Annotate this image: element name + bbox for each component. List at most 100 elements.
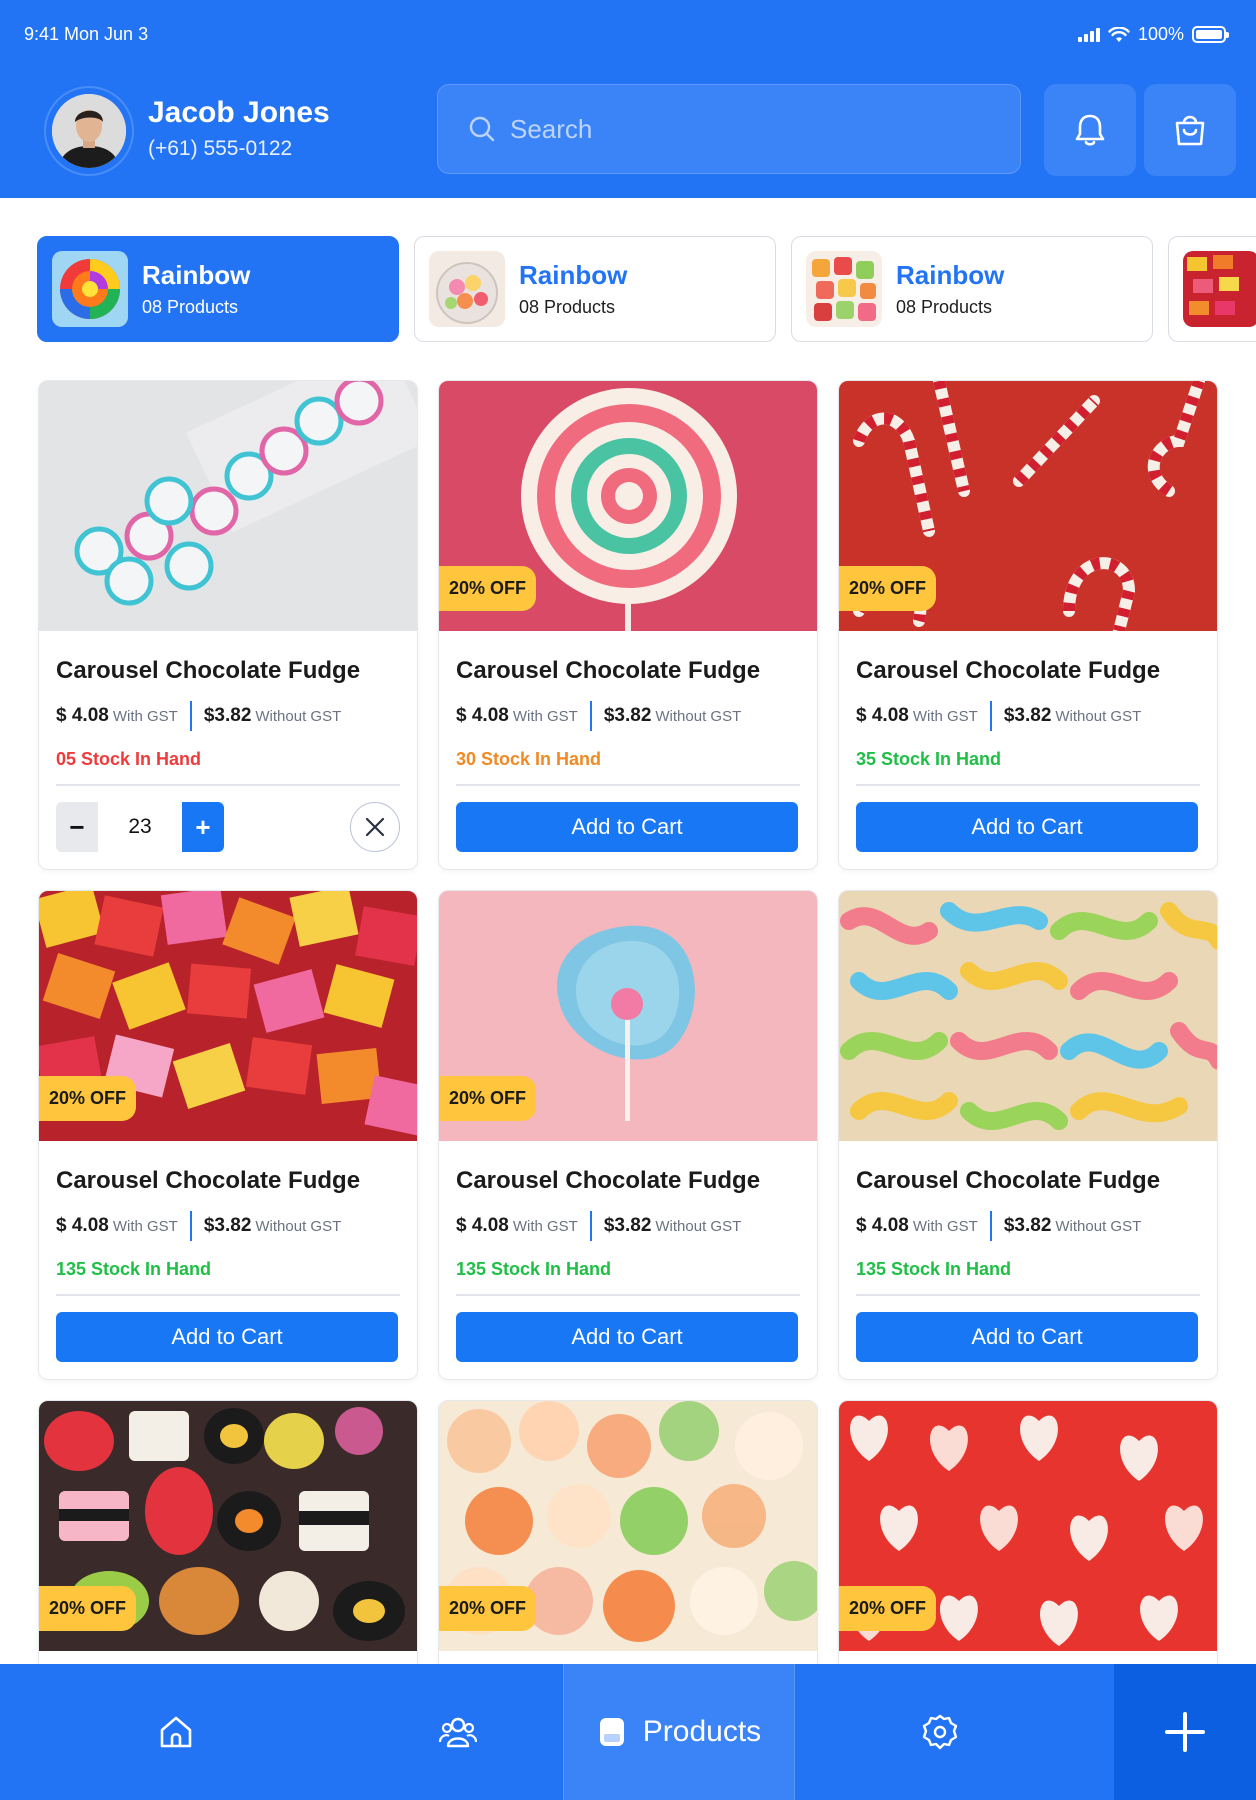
increase-quantity-button[interactable]: + bbox=[182, 802, 224, 852]
category-thumbnail bbox=[806, 251, 882, 327]
price-row: $ 4.08 With GST $3.82 Without GST bbox=[856, 701, 1200, 731]
category-title: Rainbow bbox=[896, 260, 1005, 290]
product-card[interactable]: 20% OFF bbox=[38, 1400, 418, 1664]
gst-label: With GST bbox=[912, 707, 978, 725]
price-row: $ 4.08 With GST $3.82 Without GST bbox=[56, 1211, 400, 1241]
stock-in-hand: 135 Stock In Hand bbox=[856, 1259, 1012, 1279]
product-image: 20% OFF bbox=[839, 1401, 1217, 1651]
avatar[interactable] bbox=[44, 86, 134, 176]
search-input[interactable] bbox=[510, 113, 990, 145]
gear-icon bbox=[922, 1714, 958, 1750]
users-icon bbox=[438, 1717, 477, 1748]
category-card-rainbow-2[interactable]: Rainbow 08 Products bbox=[414, 236, 776, 342]
search-icon bbox=[469, 116, 495, 142]
status-time: 9:41 Mon Jun 3 bbox=[24, 24, 149, 44]
no-gst-label: Without GST bbox=[655, 707, 742, 725]
category-card-rainbow-1[interactable]: Rainbow 08 Products bbox=[37, 236, 399, 342]
shopping-bag-icon bbox=[1175, 115, 1205, 146]
price-without-gst: $3.82 bbox=[1003, 705, 1052, 726]
product-card[interactable]: 20% OFF Carousel Chocolate Fudge $ 4.08 W… bbox=[38, 890, 418, 1380]
decrease-quantity-button[interactable]: − bbox=[56, 802, 98, 852]
bell-icon bbox=[1075, 114, 1105, 146]
product-card[interactable]: 20% OFF Carousel Chocolate Fudge $ 4.08 W… bbox=[438, 890, 818, 1380]
nav-products[interactable]: Products bbox=[563, 1664, 795, 1800]
add-to-cart-button[interactable]: Add to Cart bbox=[456, 1312, 798, 1362]
status-bar: 9:41 Mon Jun 3 100% bbox=[0, 0, 1256, 70]
product-image bbox=[839, 891, 1217, 1141]
nav-customers[interactable] bbox=[352, 1664, 563, 1800]
price-without-gst: $3.82 bbox=[203, 705, 252, 726]
no-gst-label: Without GST bbox=[1055, 1217, 1142, 1235]
price-divider bbox=[989, 701, 992, 731]
home-icon bbox=[160, 1716, 192, 1748]
product-title: Carousel Chocolate Fudge bbox=[456, 657, 761, 684]
price-without-gst: $3.82 bbox=[603, 1215, 652, 1236]
category-card-partial[interactable] bbox=[1168, 236, 1256, 342]
close-icon bbox=[365, 817, 385, 837]
gst-label: With GST bbox=[512, 707, 578, 725]
remove-from-cart-button[interactable] bbox=[350, 802, 400, 852]
product-title: Carousel Chocolate Fudge bbox=[856, 657, 1161, 684]
avatar-photo bbox=[52, 94, 126, 168]
nav-home[interactable] bbox=[0, 1664, 352, 1800]
product-card[interactable]: Carousel Chocolate Fudge $ 4.08 With GST … bbox=[838, 890, 1218, 1380]
product-title: Carousel Chocolate Fudge bbox=[56, 1167, 361, 1194]
add-to-cart-button[interactable]: Add to Cart bbox=[56, 1312, 398, 1362]
quantity-value[interactable]: 23 bbox=[98, 802, 182, 852]
product-card[interactable]: 20% OFF Carousel Chocolate Fudge $ 4.08 W… bbox=[838, 380, 1218, 870]
product-image: 20% OFF bbox=[39, 1401, 417, 1651]
products-icon bbox=[599, 1718, 624, 1746]
price-with-gst: $ 4.08 bbox=[456, 705, 509, 726]
card-divider bbox=[856, 784, 1200, 786]
product-title: Carousel Chocolate Fudge bbox=[456, 1167, 761, 1194]
discount-badge: 20% OFF bbox=[439, 1076, 537, 1121]
no-gst-label: Without GST bbox=[655, 1217, 742, 1235]
stock-in-hand: 135 Stock In Hand bbox=[456, 1259, 612, 1279]
no-gst-label: Without GST bbox=[255, 1217, 342, 1235]
price-divider bbox=[589, 701, 592, 731]
add-to-cart-button[interactable]: Add to Cart bbox=[856, 802, 1198, 852]
price-with-gst: $ 4.08 bbox=[856, 705, 909, 726]
price-divider bbox=[989, 1211, 992, 1241]
category-thumbnail bbox=[1183, 251, 1256, 327]
product-grid: Carousel Chocolate Fudge $ 4.08 With GST … bbox=[0, 380, 1256, 1664]
nav-products-label: Products bbox=[642, 1715, 762, 1748]
stock-in-hand: 05 Stock In Hand bbox=[56, 749, 202, 769]
stock-in-hand: 35 Stock In Hand bbox=[856, 749, 1002, 769]
price-row: $ 4.08 With GST $3.82 Without GST bbox=[456, 701, 800, 731]
discount-badge: 20% OFF bbox=[39, 1076, 137, 1121]
add-to-cart-button[interactable]: Add to Cart bbox=[456, 802, 798, 852]
price-row: $ 4.08 With GST $3.82 Without GST bbox=[856, 1211, 1200, 1241]
product-card[interactable]: Carousel Chocolate Fudge $ 4.08 With GST … bbox=[38, 380, 418, 870]
product-title: Carousel Chocolate Fudge bbox=[856, 1167, 1161, 1194]
price-row: $ 4.08 With GST $3.82 Without GST bbox=[456, 1211, 800, 1241]
product-image bbox=[39, 381, 417, 631]
cart-button[interactable] bbox=[1144, 84, 1236, 176]
gst-label: With GST bbox=[912, 1217, 978, 1235]
quantity-stepper: − 23 + bbox=[56, 802, 400, 852]
plus-icon bbox=[1165, 1712, 1205, 1752]
card-divider bbox=[856, 1294, 1200, 1296]
product-card[interactable]: 20% OFF bbox=[838, 1400, 1218, 1664]
battery-percent: 100% bbox=[1137, 24, 1184, 44]
product-image: 20% OFF bbox=[39, 891, 417, 1141]
discount-badge: 20% OFF bbox=[39, 1586, 137, 1631]
bottom-navigation: Products bbox=[0, 1664, 1256, 1800]
no-gst-label: Without GST bbox=[255, 707, 342, 725]
notifications-button[interactable] bbox=[1044, 84, 1136, 176]
category-title: Rainbow bbox=[142, 260, 251, 290]
product-image: 20% OFF bbox=[839, 381, 1217, 631]
price-without-gst: $3.82 bbox=[1003, 1215, 1052, 1236]
product-image: 20% OFF bbox=[439, 891, 817, 1141]
user-phone: (+61) 555-0122 bbox=[148, 137, 293, 160]
category-card-rainbow-3[interactable]: Rainbow 08 Products bbox=[791, 236, 1153, 342]
search-box[interactable] bbox=[437, 84, 1021, 174]
product-card[interactable]: 20% OFF bbox=[438, 1400, 818, 1664]
nav-settings[interactable] bbox=[795, 1664, 1085, 1800]
add-to-cart-button[interactable]: Add to Cart bbox=[856, 1312, 1198, 1362]
add-new-button[interactable] bbox=[1114, 1664, 1256, 1800]
price-divider bbox=[189, 1211, 192, 1241]
discount-badge: 20% OFF bbox=[839, 1586, 937, 1631]
product-card[interactable]: 20% OFF Carousel Chocolate Fudge $ 4.08 W… bbox=[438, 380, 818, 870]
price-with-gst: $ 4.08 bbox=[856, 1215, 909, 1236]
